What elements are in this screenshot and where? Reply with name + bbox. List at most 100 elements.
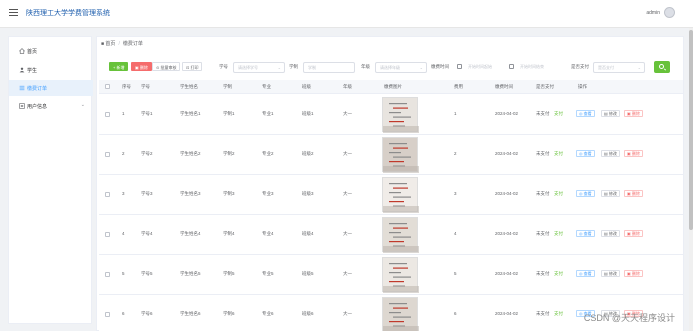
payment-image[interactable] <box>382 137 419 173</box>
cell-fee: 6 <box>454 311 457 316</box>
calendar-icon <box>509 64 514 69</box>
system-input[interactable]: 学制 <box>303 62 355 73</box>
table-row: 4 学号4 学生姓名4 学制4 专业4 班级4 大一 4 2024-04-02 未支付 支付 ◎ 查看… <box>99 215 683 255</box>
row-checkbox[interactable] <box>105 112 110 117</box>
cell-grade: 大一 <box>343 191 352 196</box>
column-header: 费用 <box>454 84 463 89</box>
cell-name: 学生姓名6 <box>180 311 201 316</box>
pay-link[interactable]: 支付 <box>554 271 563 277</box>
chevron-down-icon: ⌄ <box>419 65 423 70</box>
student-id-select[interactable]: 请选择学号 ⌄ <box>233 62 285 73</box>
list-icon <box>19 85 25 91</box>
cell-fee: 4 <box>454 231 457 236</box>
cell-major: 专业4 <box>262 231 274 236</box>
cell-time: 2024-04-02 <box>495 271 519 276</box>
cell-index: 5 <box>122 271 125 276</box>
row-checkbox[interactable] <box>105 192 110 197</box>
sidebar-item-label: 缴费订单 <box>27 86 48 92</box>
filter-label-grade: 年级 <box>361 64 370 69</box>
edit-button[interactable]: ▤ 修改 <box>601 230 620 237</box>
cell-fee: 1 <box>454 111 457 116</box>
cell-index: 3 <box>122 191 125 196</box>
delete-button[interactable]: ▣ 删除 <box>624 190 643 197</box>
edit-button[interactable]: ▤ 修改 <box>601 190 620 197</box>
print-button[interactable]: ⊡ 打印 <box>182 62 203 71</box>
edit-button-label: 修改 <box>608 231 617 236</box>
cell-class: 班级2 <box>302 151 314 156</box>
delete-button[interactable]: ▣ 删除 <box>624 110 643 117</box>
delete-button[interactable]: ▣ 删除 <box>624 230 643 237</box>
sidebar-item-home[interactable]: 首页 <box>9 43 93 59</box>
payment-image[interactable] <box>382 177 419 213</box>
user-name[interactable]: admin <box>646 10 660 16</box>
view-button[interactable]: ◎ 查看 <box>576 150 595 157</box>
add-button[interactable]: + 新增 <box>109 62 129 71</box>
breadcrumb-separator: / <box>118 41 120 47</box>
cell-time: 2024-04-02 <box>495 111 519 116</box>
edit-button[interactable]: ▤ 修改 <box>601 270 620 277</box>
payment-image[interactable] <box>382 97 419 133</box>
cell-name: 学生姓名1 <box>180 111 201 116</box>
delete-button[interactable]: ▣ 删除 <box>131 62 152 71</box>
pay-link[interactable]: 支付 <box>554 151 563 157</box>
pay-link[interactable]: 支付 <box>554 311 563 317</box>
grade-select[interactable]: 请选择年级 ⌄ <box>375 62 427 73</box>
cell-system: 学制6 <box>223 311 235 316</box>
row-checkbox[interactable] <box>105 232 110 237</box>
column-header: 缴费图片 <box>384 84 402 89</box>
sidebar-item-label: 首页 <box>27 49 38 55</box>
cell-class: 班级1 <box>302 111 314 116</box>
pay-time-start-input[interactable]: 开始时间起始 <box>464 62 510 73</box>
cell-fee: 2 <box>454 151 457 156</box>
pay-link[interactable]: 支付 <box>554 231 563 237</box>
payment-image[interactable] <box>382 297 419 331</box>
select-all-checkbox[interactable] <box>105 84 110 89</box>
row-checkbox[interactable] <box>105 152 110 157</box>
view-button[interactable]: ◎ 查看 <box>576 190 595 197</box>
view-button-label: 查看 <box>583 111 592 116</box>
cell-index: 1 <box>122 111 125 116</box>
sidebar-item-user-info[interactable]: 用户信息 ⌄ <box>9 98 93 114</box>
cell-index: 4 <box>122 231 125 236</box>
search-button[interactable] <box>654 61 670 73</box>
edit-button[interactable]: ▤ 修改 <box>601 150 620 157</box>
cell-time: 2024-04-02 <box>495 191 519 196</box>
paid-select[interactable]: 是否支付 ⌄ <box>593 62 645 73</box>
sidebar-item-orders[interactable]: 缴费订单 <box>9 80 93 96</box>
chevron-down-icon: ⌄ <box>277 65 281 70</box>
view-button[interactable]: ◎ 查看 <box>576 230 595 237</box>
table-row: 2 学号2 学生姓名2 学制2 专业2 班级2 大一 2 2024-04-02 未支付 支付 ◎ 查看… <box>99 135 683 175</box>
cell-system: 学制4 <box>223 231 235 236</box>
delete-button[interactable]: ▣ 删除 <box>624 150 643 157</box>
view-button[interactable]: ◎ 查看 <box>576 110 595 117</box>
edit-button-label: 修改 <box>608 151 617 156</box>
pay-time-end-input[interactable]: 开始时间结束 <box>516 62 566 73</box>
edit-button[interactable]: ▤ 修改 <box>601 110 620 117</box>
cell-student-id: 学号5 <box>141 271 153 276</box>
breadcrumb-home[interactable]: 首页 <box>105 41 115 47</box>
column-header: 学生姓名 <box>180 84 198 89</box>
delete-button[interactable]: ▣ 删除 <box>624 270 643 277</box>
row-checkbox[interactable] <box>105 272 110 277</box>
bulk-review-button[interactable]: ⊙ 批量审核 <box>152 62 181 71</box>
row-checkbox[interactable] <box>105 312 110 317</box>
cell-paid-status: 未支付 <box>536 111 550 116</box>
cell-paid-status: 未支付 <box>536 231 550 236</box>
pay-link[interactable]: 支付 <box>554 191 563 197</box>
breadcrumb-current: 缴费订单 <box>122 41 143 47</box>
payment-image[interactable] <box>382 217 419 253</box>
view-button[interactable]: ◎ 查看 <box>576 270 595 277</box>
table-row: 1 学号1 学生姓名1 学制1 专业1 班级1 大一 1 2024-04-02 未支付 支付 ◎ 查看… <box>99 95 683 135</box>
avatar[interactable] <box>664 7 675 18</box>
pay-link[interactable]: 支付 <box>554 111 563 117</box>
menu-toggle-icon[interactable] <box>9 9 18 17</box>
scrollbar-thumb[interactable] <box>689 30 693 230</box>
cell-index: 6 <box>122 311 125 316</box>
cell-student-id: 学号3 <box>141 191 153 196</box>
sidebar-item-students[interactable]: 学生 <box>9 62 93 78</box>
cell-grade: 大一 <box>343 151 352 156</box>
cell-major: 专业1 <box>262 111 274 116</box>
table-row: 5 学号5 学生姓名5 学制5 专业5 班级5 大一 5 2024-04-02 未支付 支付 ◎ 查看… <box>99 255 683 295</box>
cell-system: 学制2 <box>223 151 235 156</box>
payment-image[interactable] <box>382 257 419 293</box>
